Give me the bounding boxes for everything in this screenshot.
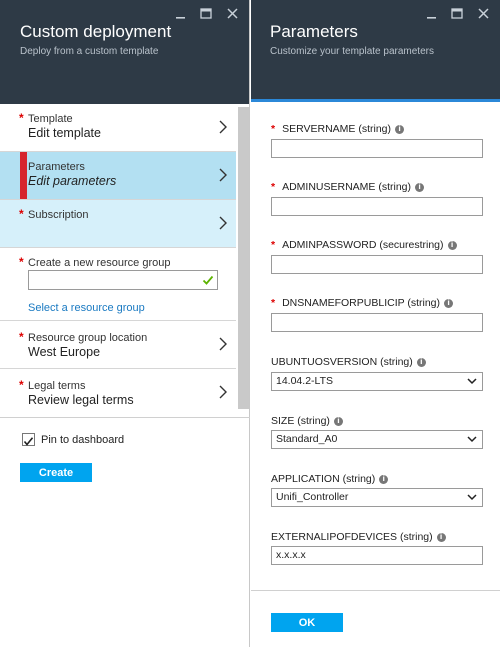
blade-title: Parameters <box>270 22 358 41</box>
required-marker: * <box>19 111 24 125</box>
selection-marker <box>20 152 27 199</box>
maximize-icon[interactable] <box>450 6 464 20</box>
externalipofdevices-label: EXTERNALIPOFDEVICES (string) i <box>271 531 446 543</box>
required-marker: * <box>19 330 24 344</box>
close-icon[interactable] <box>225 6 239 20</box>
select-value: Standard_A0 <box>276 433 338 445</box>
item-label: Template <box>28 113 73 125</box>
item-label: Create a new resource group <box>28 257 171 269</box>
scrollbar[interactable] <box>238 107 249 409</box>
select-resource-group-link[interactable]: Select a resource group <box>28 302 145 314</box>
adminpassword-label: * ADMINPASSWORD (securestring) i <box>271 239 457 251</box>
divider <box>251 590 500 591</box>
pin-to-dashboard-checkbox[interactable] <box>22 433 35 446</box>
required-marker: * <box>271 297 276 309</box>
close-icon[interactable] <box>476 6 490 20</box>
select-value: 14.04.2-LTS <box>276 375 334 387</box>
item-value: Review legal terms <box>28 393 134 407</box>
item-label: Resource group location <box>28 332 148 344</box>
window-controls <box>424 6 490 20</box>
divider <box>0 417 250 418</box>
externalipofdevices-input[interactable]: x.x.x.x <box>271 546 483 565</box>
blade-subtitle: Customize your template parameters <box>270 46 434 57</box>
info-icon[interactable]: i <box>379 474 389 484</box>
item-label: Subscription <box>28 209 89 221</box>
item-resource-group-location[interactable]: * Resource group location West Europe <box>0 321 236 369</box>
adminusername-label: * ADMINUSERNAME (string) i <box>271 181 425 193</box>
minimize-icon[interactable] <box>424 6 438 20</box>
chevron-right-icon <box>219 385 227 399</box>
item-value: Edit parameters <box>28 174 117 188</box>
required-marker: * <box>19 255 24 269</box>
required-marker: * <box>271 239 276 251</box>
info-icon[interactable]: i <box>444 298 454 308</box>
ubuntuosversion-label: UBUNTUOSVERSION (string) i <box>271 356 426 368</box>
chevron-right-icon <box>219 216 227 230</box>
info-icon[interactable]: i <box>415 182 425 192</box>
dnsnameforpublicip-input[interactable] <box>271 313 483 332</box>
info-icon[interactable]: i <box>395 124 405 134</box>
scrollbar-thumb[interactable] <box>238 107 249 409</box>
item-value: Edit template <box>28 126 101 140</box>
application-label: APPLICATION (string) i <box>271 473 389 485</box>
required-marker: * <box>19 207 24 221</box>
required-marker: * <box>19 378 24 392</box>
blade-header: Parameters Customize your template param… <box>251 0 500 102</box>
chevron-right-icon <box>219 337 227 351</box>
info-icon[interactable]: i <box>436 532 446 542</box>
custom-deployment-blade: Custom deployment Deploy from a custom t… <box>0 0 250 647</box>
application-select[interactable]: Unifi_Controller <box>271 488 483 507</box>
info-icon[interactable]: i <box>416 357 426 367</box>
chevron-right-icon <box>219 120 227 134</box>
adminusername-input[interactable] <box>271 197 483 216</box>
size-select[interactable]: Standard_A0 <box>271 430 483 449</box>
required-marker: * <box>271 181 276 193</box>
item-value: West Europe <box>28 345 101 359</box>
parameters-blade: Parameters Customize your template param… <box>251 0 500 647</box>
info-icon[interactable]: i <box>447 240 457 250</box>
dnsnameforpublicip-label: * DNSNAMEFORPUBLICIP (string) i <box>271 297 454 309</box>
item-label: Parameters <box>28 161 85 173</box>
item-parameters[interactable]: Parameters Edit parameters <box>0 152 236 200</box>
required-marker: * <box>271 123 276 135</box>
blade-title: Custom deployment <box>20 22 172 41</box>
servername-input[interactable] <box>271 139 483 158</box>
select-value: Unifi_Controller <box>276 491 349 503</box>
pin-to-dashboard-label: Pin to dashboard <box>41 434 125 446</box>
chevron-down-icon <box>467 436 477 443</box>
maximize-icon[interactable] <box>199 6 213 20</box>
ok-button[interactable]: OK <box>271 613 343 632</box>
create-button[interactable]: Create <box>20 463 92 482</box>
check-icon <box>202 275 214 285</box>
resource-group-input[interactable] <box>28 270 218 290</box>
window-controls <box>173 6 239 20</box>
chevron-down-icon <box>467 494 477 501</box>
ubuntuosversion-select[interactable]: 14.04.2-LTS <box>271 372 483 391</box>
check-icon <box>23 437 34 446</box>
adminpassword-input[interactable] <box>271 255 483 274</box>
minimize-icon[interactable] <box>173 6 187 20</box>
chevron-right-icon <box>219 168 227 182</box>
info-icon[interactable]: i <box>333 416 343 426</box>
servername-label: * SERVERNAME (string) i <box>271 123 405 135</box>
item-legal-terms[interactable]: * Legal terms Review legal terms <box>0 369 236 417</box>
item-subscription[interactable]: * Subscription <box>0 200 236 248</box>
item-template[interactable]: * Template Edit template <box>0 104 236 152</box>
chevron-down-icon <box>467 378 477 385</box>
item-label: Legal terms <box>28 380 86 392</box>
size-label: SIZE (string) i <box>271 415 343 427</box>
blade-subtitle: Deploy from a custom template <box>20 46 159 57</box>
blade-header: Custom deployment Deploy from a custom t… <box>0 0 249 104</box>
